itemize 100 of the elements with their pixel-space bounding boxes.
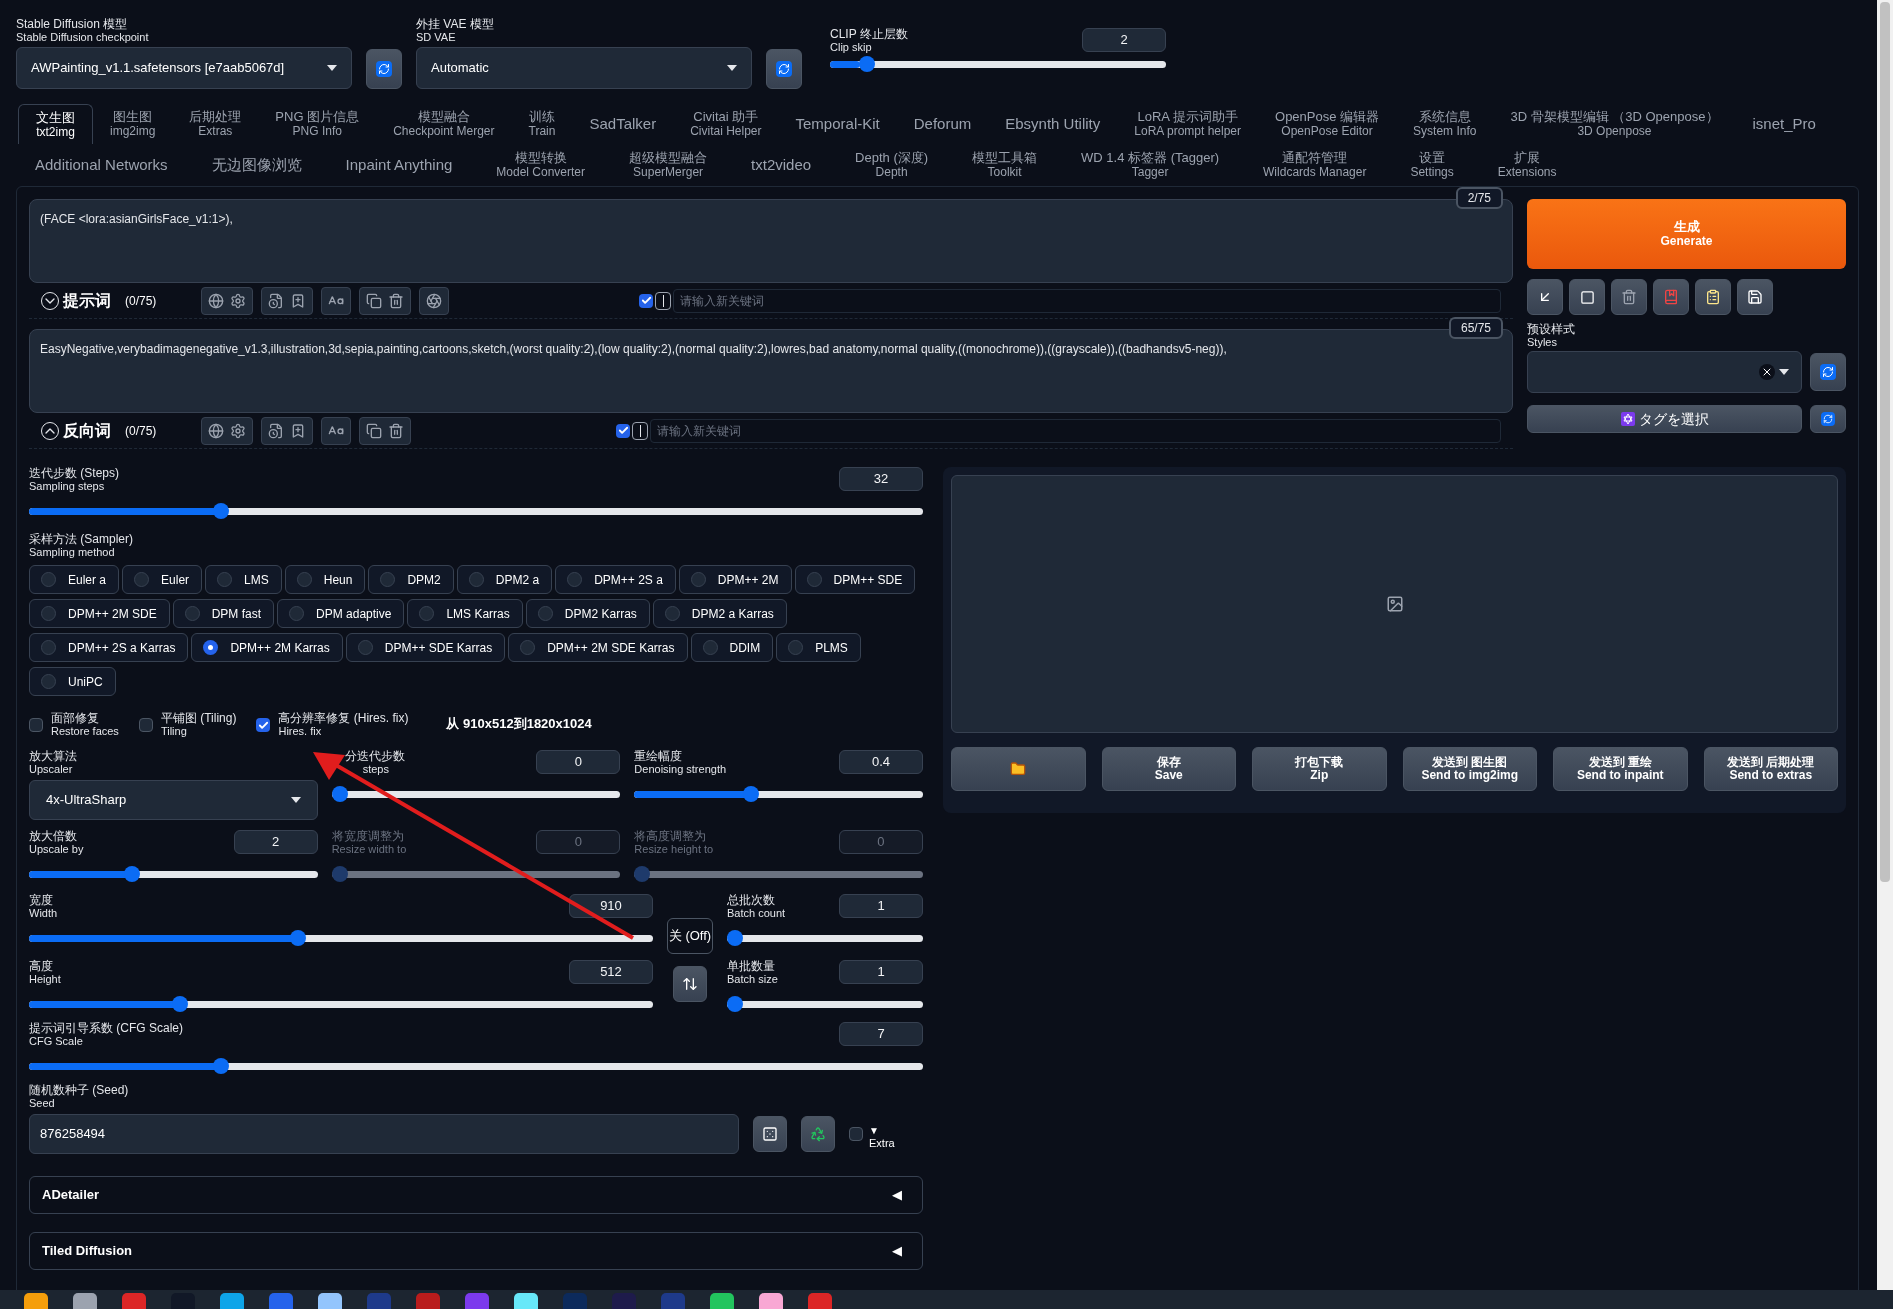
sampler-option[interactable]: DPM2 a Karras — [652, 599, 787, 628]
app-icon[interactable] — [24, 1293, 48, 1309]
aspect-toggle-button[interactable]: 关 (Off) — [667, 918, 713, 954]
tab[interactable]: OpenPose 编辑器 OpenPose Editor — [1258, 104, 1397, 144]
globe-icon[interactable] — [208, 292, 224, 309]
slider-thumb[interactable] — [727, 996, 743, 1012]
aperture-icon[interactable] — [426, 292, 442, 309]
keyword-checkbox[interactable] — [616, 423, 630, 438]
tab[interactable]: Inpaint Anything — [328, 145, 470, 185]
number-field[interactable]: 0.4 — [839, 750, 923, 774]
number-field[interactable]: 1 — [839, 894, 923, 918]
globe-icon[interactable] — [208, 422, 224, 439]
reuse-seed-button[interactable] — [801, 1116, 835, 1152]
tab[interactable]: 3D 骨架模型编辑 （3D Openpose） 3D Openpose — [1493, 104, 1736, 144]
sampler-option[interactable]: LMS Karras — [407, 599, 523, 628]
keyword-input[interactable]: 请输入新关键词 — [650, 418, 1501, 443]
refresh-button[interactable] — [366, 49, 402, 89]
gallery-action-button[interactable]: 发送到 图生图 Send to img2img — [1402, 747, 1537, 791]
gallery-action-button[interactable]: 保存 Save — [1101, 747, 1236, 791]
refresh-button[interactable] — [1810, 405, 1846, 433]
slider-thumb[interactable] — [727, 930, 743, 946]
tab[interactable]: 模型工具箱 Toolkit — [955, 145, 1055, 185]
slider-thumb[interactable] — [124, 866, 141, 882]
tab[interactable]: WD 1.4 标签器 (Tagger) Tagger — [1064, 145, 1237, 185]
model-dropdown[interactable]: AWPainting_v1.1.safetensors [e7aab5067d] — [16, 47, 352, 89]
tab[interactable]: Deforum — [896, 104, 989, 144]
slider-track[interactable] — [29, 1062, 923, 1070]
slider-track[interactable] — [29, 870, 318, 878]
settings-icon[interactable] — [230, 422, 246, 439]
tab[interactable]: Temporal-Kit — [778, 104, 897, 144]
tab[interactable]: Depth (深度) Depth — [838, 145, 946, 185]
clear-button[interactable] — [1569, 279, 1605, 315]
seed-field[interactable]: 876258494 — [29, 1114, 739, 1154]
copy-icon[interactable] — [366, 292, 382, 309]
app-icon[interactable] — [318, 1293, 342, 1309]
tab[interactable]: 超级模型融合 SuperMerger — [612, 145, 725, 185]
slider-track[interactable] — [29, 1000, 653, 1008]
sampler-option[interactable]: Euler a — [29, 565, 120, 594]
tab[interactable]: 通配符管理 Wildcards Manager — [1246, 145, 1384, 185]
slider-thumb[interactable] — [331, 786, 348, 802]
tab[interactable]: SadTalker — [572, 104, 674, 144]
tab[interactable]: Civitai 助手 Civitai Helper — [673, 104, 779, 144]
sampler-option[interactable]: DPM++ 2S a Karras — [29, 633, 189, 662]
keyword-checkbox[interactable] — [639, 293, 653, 308]
app-icon[interactable] — [710, 1293, 734, 1309]
slider-thumb[interactable] — [743, 786, 760, 802]
number-field[interactable]: 0 — [536, 750, 621, 774]
sampler-option[interactable]: PLMS — [776, 633, 861, 662]
gallery-action-button[interactable]: 发送到 重绘 Send to inpaint — [1553, 747, 1688, 791]
tab[interactable]: 训练 Train — [511, 104, 573, 144]
app-icon[interactable] — [759, 1293, 783, 1309]
slider-track[interactable] — [29, 507, 923, 515]
checkbox[interactable] — [256, 718, 271, 732]
slider-track[interactable] — [830, 60, 1166, 68]
sampler-option[interactable]: DPM2 Karras — [525, 599, 650, 628]
tab[interactable]: 扩展 Extensions — [1480, 145, 1574, 185]
slider-track[interactable] — [634, 790, 923, 798]
delete-button[interactable] — [1611, 279, 1647, 315]
number-field[interactable]: 910 — [569, 894, 653, 918]
trash-icon[interactable] — [388, 422, 404, 439]
tab[interactable]: PNG 图片信息 PNG Info — [258, 104, 377, 144]
sampler-option[interactable]: DPM++ 2M — [678, 565, 792, 594]
clear-icon[interactable] — [1759, 364, 1775, 380]
sampler-option[interactable]: DPM2 a — [456, 565, 553, 594]
app-icon[interactable] — [122, 1293, 146, 1309]
checkbox[interactable] — [849, 1127, 863, 1141]
gallery-action-button[interactable]: 打包下载 Zip — [1252, 747, 1387, 791]
sampler-option[interactable]: DPM fast — [172, 599, 275, 628]
tab[interactable]: 设置 Settings — [1393, 145, 1471, 185]
sampler-option[interactable]: DPM adaptive — [277, 599, 405, 628]
slider-thumb[interactable] — [213, 1058, 230, 1074]
number-field[interactable]: 32 — [839, 467, 923, 491]
sampler-option[interactable]: Heun — [284, 565, 366, 594]
sampler-option[interactable]: DPM++ 2S a — [555, 565, 676, 594]
number-field[interactable]: 2 — [233, 830, 318, 854]
random-seed-button[interactable] — [753, 1116, 787, 1152]
trash-icon[interactable] — [388, 292, 404, 309]
slider-thumb[interactable] — [171, 996, 188, 1012]
slider-thumb[interactable] — [290, 930, 307, 946]
app-icon[interactable] — [514, 1293, 538, 1309]
app-icon[interactable] — [220, 1293, 244, 1309]
tag-select-button[interactable]: タグを選択 — [1527, 405, 1802, 433]
sampler-option[interactable]: LMS — [205, 565, 282, 594]
accordion-header[interactable]: Tiled Diffusion ◀ — [29, 1232, 923, 1270]
paste-button[interactable] — [1695, 279, 1731, 315]
sampler-option[interactable]: DPM++ 2M SDE Karras — [508, 633, 688, 662]
app-icon[interactable] — [73, 1293, 97, 1309]
bookmark-icon[interactable] — [290, 422, 306, 439]
checkbox[interactable] — [138, 718, 153, 732]
model-dropdown[interactable]: Automatic — [416, 47, 752, 89]
bookmark-icon[interactable] — [290, 292, 306, 309]
refresh-button[interactable] — [766, 49, 802, 89]
number-field[interactable]: 1 — [839, 960, 923, 984]
slider-thumb[interactable] — [858, 56, 875, 72]
tab[interactable]: 文生图 txt2img — [18, 104, 93, 144]
refresh-button[interactable] — [1810, 353, 1846, 391]
tab[interactable]: 系统信息 System Info — [1396, 104, 1494, 144]
checkbox[interactable] — [29, 718, 43, 732]
sampler-option[interactable]: DPM++ 2M Karras — [191, 633, 343, 662]
number-field[interactable]: 2 — [1082, 28, 1166, 52]
